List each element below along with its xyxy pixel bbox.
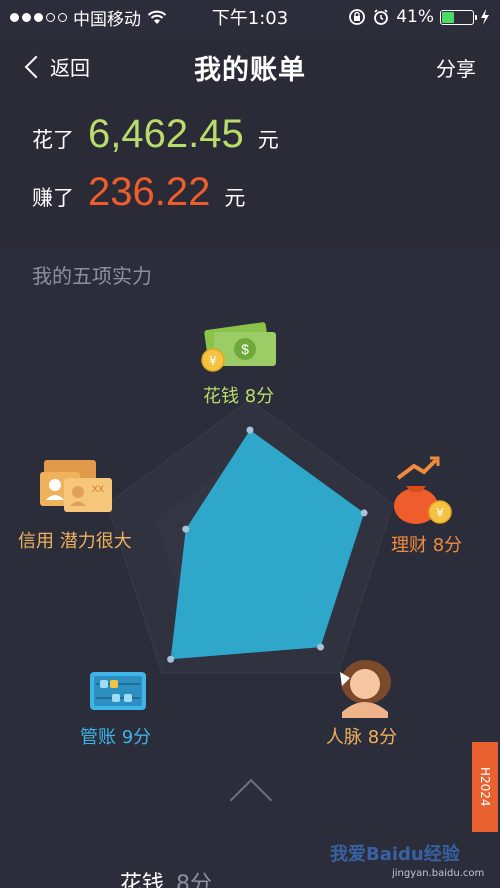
ability-radar: $ ¥ ¥ XX 花钱 8分 理财 8分 人脉 8分 管账 9分 信用 潜力很大: [0, 300, 500, 780]
battery-icon: [440, 9, 477, 25]
spent-label: 花了: [32, 128, 74, 152]
status-right: 41%: [348, 7, 490, 27]
earned-unit: 元: [224, 186, 246, 210]
abacus-icon: [90, 672, 146, 710]
ability-account-label[interactable]: 管账 9分: [80, 723, 151, 749]
chevron-up-icon[interactable]: [229, 778, 273, 822]
signal-dot: [22, 12, 31, 22]
watermark-text: 我爱Baidu经验: [330, 844, 460, 865]
ability-invest-label[interactable]: 理财 8分: [391, 531, 462, 557]
rotation-lock-icon: [349, 9, 366, 25]
radar-point-spend: [246, 426, 254, 434]
nav-bar: 返回 我的账单 分享: [0, 34, 500, 100]
earned-row: 赚了 236.22 元: [32, 170, 245, 215]
detail-header: 花钱 8分: [120, 866, 212, 888]
radar-point-account: [167, 655, 175, 663]
money-bag-icon: ¥: [394, 456, 452, 524]
signal-dots: [10, 12, 67, 22]
detail-score: 8分: [176, 872, 213, 888]
chevron-left-icon: [24, 55, 48, 78]
status-time: 下午1:03: [211, 8, 289, 29]
radar-point-network: [317, 643, 325, 651]
radar-point-credit: [182, 525, 190, 533]
wifi-icon: [147, 10, 167, 24]
svg-text:¥: ¥: [209, 354, 217, 368]
share-button[interactable]: 分享: [436, 53, 476, 82]
earned-label: 赚了: [32, 186, 74, 210]
page-title: 我的账单: [194, 54, 306, 86]
charging-icon: [481, 9, 489, 25]
carrier-name: 中国移动: [73, 9, 141, 30]
back-button[interactable]: 返回: [22, 52, 90, 81]
spent-row: 花了 6,462.45 元: [32, 112, 279, 157]
earned-amount: 236.22: [88, 170, 211, 214]
signal-dot: [46, 12, 55, 22]
svg-text:$: $: [241, 341, 249, 357]
status-bar: 中国移动 下午1:03 41%: [0, 0, 500, 34]
watermark-url: jingyan.baidu.com: [392, 868, 485, 879]
svg-text:¥: ¥: [436, 506, 444, 520]
ability-credit-label[interactable]: 信用 潜力很大: [18, 527, 132, 553]
alarm-icon: [374, 9, 389, 25]
spent-amount: 6,462.45: [88, 112, 244, 156]
status-left: 中国移动: [10, 5, 167, 30]
person-icon: [340, 660, 391, 718]
ability-network-label[interactable]: 人脉 8分: [326, 723, 397, 749]
detail-title: 花钱: [120, 872, 165, 888]
radar-point-invest: [360, 509, 368, 517]
section-title: 我的五项实力: [32, 264, 152, 288]
signal-dot: [34, 12, 43, 22]
signal-dot: [10, 12, 19, 22]
back-label: 返回: [50, 56, 90, 80]
id-card-icon: XX: [40, 460, 112, 512]
money-icon: $ ¥: [201, 322, 276, 372]
spent-unit: 元: [257, 128, 279, 152]
bill-summary: 花了 6,462.45 元 赚了 236.22 元: [0, 100, 500, 250]
battery-level-fill: [442, 11, 455, 23]
battery-percent: 41%: [396, 7, 434, 27]
signal-dot: [58, 12, 67, 22]
ability-spend-label[interactable]: 花钱 8分: [203, 382, 274, 408]
promo-ribbon[interactable]: H2024: [472, 742, 498, 832]
svg-text:XX: XX: [92, 484, 104, 494]
